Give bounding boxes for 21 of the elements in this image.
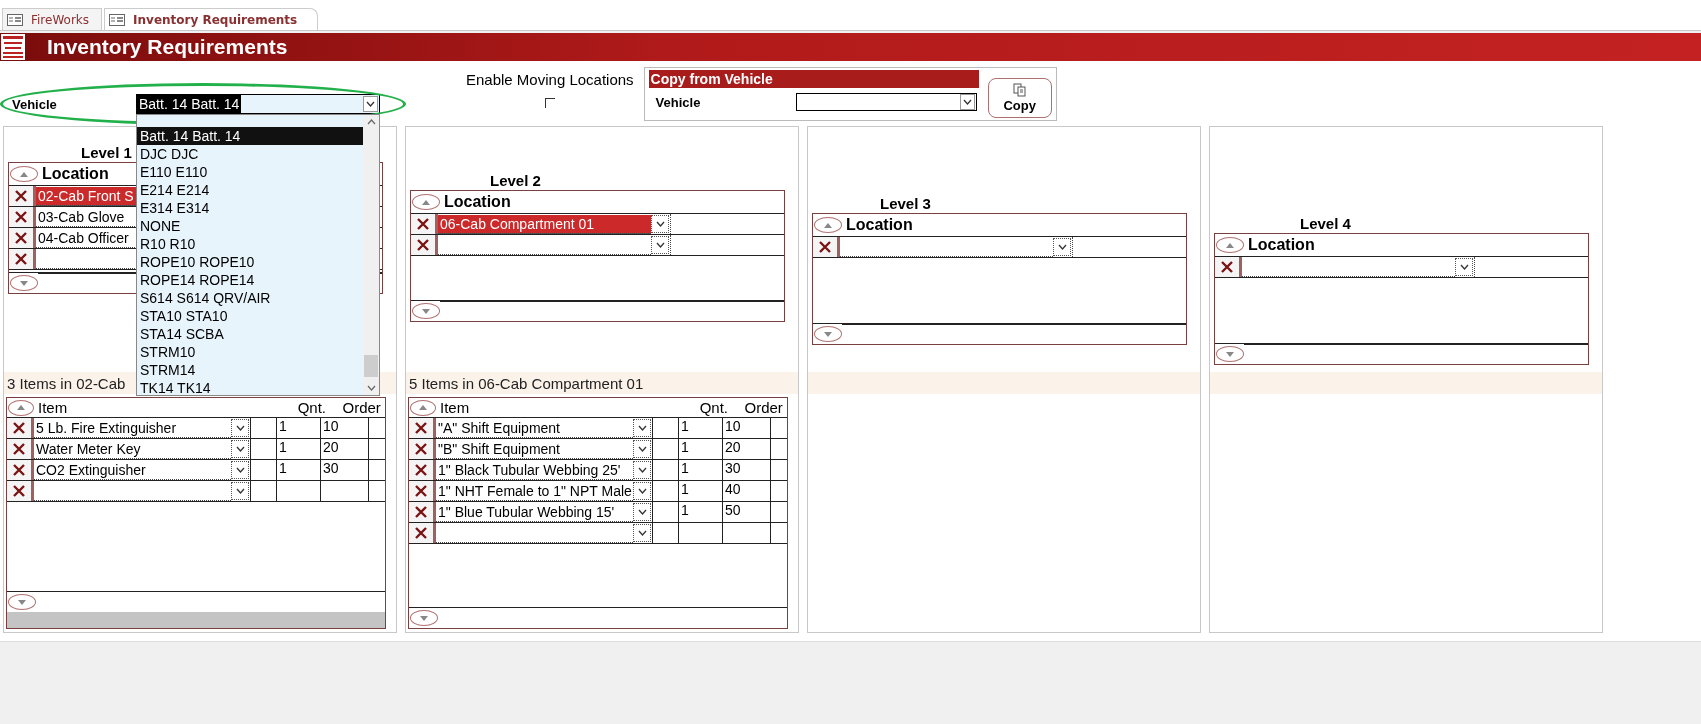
column-header: Location — [846, 216, 913, 234]
level-title: Level 1 — [81, 144, 132, 161]
column-header: Qnt. — [297, 399, 326, 416]
column-header: Order — [744, 399, 783, 416]
level-title: Level 2 — [490, 172, 541, 189]
checkbox-label: Enable Moving Locations — [466, 71, 634, 88]
section-header: Copy from Vehicle — [648, 70, 979, 88]
column-header: Location — [1248, 236, 1315, 254]
column-header: Order — [342, 399, 381, 416]
form-title: Inventory Requirements — [47, 35, 288, 59]
level-title: Level 4 — [1300, 215, 1351, 232]
column-header: Item — [38, 398, 68, 416]
column-header: Location — [444, 193, 511, 211]
items-caption: 5 Items in 06-Cab Compartment 01 — [409, 374, 644, 392]
field-label: Vehicle — [12, 96, 58, 112]
items-caption: 3 Items in 02-Cab — [7, 374, 126, 392]
column-header: Item — [440, 398, 470, 416]
field-label: Vehicle — [655, 94, 702, 110]
column-header: Qnt. — [699, 399, 728, 416]
column-header: Location — [42, 165, 109, 183]
level-title: Level 3 — [880, 195, 931, 212]
